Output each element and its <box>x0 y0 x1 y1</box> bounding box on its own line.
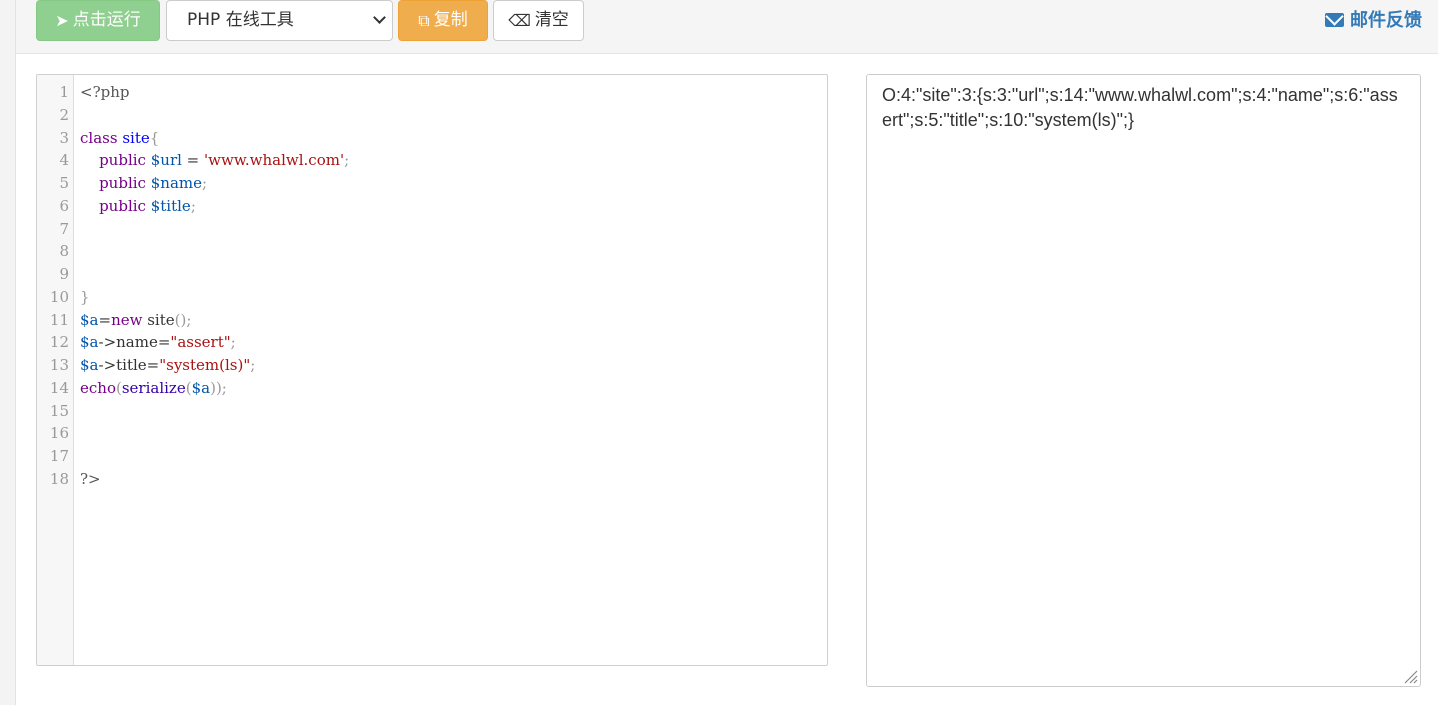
line-number: 13 <box>49 356 69 374</box>
line-number: 1 <box>59 83 69 101</box>
code-line: ​ <box>80 263 349 286</box>
code-line: echo(serialize($a)); <box>80 378 227 397</box>
language-select-value: PHP 在线工具 <box>187 10 294 30</box>
resize-handle-icon[interactable] <box>1402 668 1418 684</box>
clear-button[interactable]: ⌫ 清空 <box>493 0 584 41</box>
line-number: 17 <box>49 447 69 465</box>
code-line: class site{ <box>80 128 160 147</box>
code-line: ?> <box>80 469 101 488</box>
line-number: 7 <box>59 219 69 238</box>
eraser-icon: ⌫ <box>508 11 531 30</box>
line-number: 15 <box>49 401 69 420</box>
copy-icon: ⧉ <box>418 11 430 30</box>
line-number: 8 <box>59 242 69 261</box>
code-line: ​ <box>80 218 349 241</box>
line-number: 11 <box>49 310 69 329</box>
chevron-down-icon <box>373 11 386 24</box>
code-line: ​ <box>80 104 349 127</box>
code-line: ​ <box>80 400 349 423</box>
clear-button-label: 清空 <box>534 10 569 30</box>
email-feedback-link[interactable]: 邮件反馈 <box>1325 6 1422 32</box>
line-number: 12 <box>49 333 69 352</box>
language-select[interactable]: PHP 在线工具 <box>166 0 393 41</box>
line-number: 2 <box>59 105 69 124</box>
code-line: } <box>80 287 90 306</box>
code-line: ​ <box>80 240 349 263</box>
line-number: 16 <box>49 424 69 443</box>
line-number: 4 <box>59 151 69 170</box>
envelope-icon <box>1325 13 1344 27</box>
output-textarea[interactable]: O:4:"site":3:{s:3:"url";s:14:"www.whalwl… <box>866 74 1421 687</box>
email-feedback-label: 邮件反馈 <box>1350 10 1422 31</box>
code-line: $a->title="system(ls)"; <box>80 356 256 374</box>
line-number: 5 <box>59 174 69 192</box>
code-line: ​ <box>80 445 349 468</box>
run-button[interactable]: ➤ 点击运行 <box>36 0 160 41</box>
line-number: 10 <box>49 287 69 306</box>
run-button-label: 点击运行 <box>72 10 141 30</box>
code-line: $a=new site(); <box>80 310 192 329</box>
code-line: $a->name="assert"; <box>80 333 236 352</box>
toolbar: ➤ 点击运行 PHP 在线工具 ⧉ 复制 ⌫ 清空 邮件反馈 <box>16 0 1438 54</box>
code-area[interactable]: <?php​class site{ public $url = 'www.wha… <box>80 81 349 491</box>
line-number: 9 <box>59 265 69 283</box>
left-strip <box>0 0 16 705</box>
code-line: public $title; <box>99 196 196 215</box>
code-editor[interactable]: 123456789101112131415161718 <?php​class … <box>36 74 828 666</box>
code-line: <?php <box>80 83 130 101</box>
send-icon: ➤ <box>55 11 69 30</box>
line-number: 18 <box>49 469 69 488</box>
line-number-gutter: 1 2 3 4 5 6 7 8 9 10 11 12 13 14 15 16 17 18 <box>37 75 74 665</box>
copy-button-label: 复制 <box>433 10 468 30</box>
line-number: 3 <box>59 128 69 147</box>
line-number: 6 <box>59 196 69 215</box>
line-number: 14 <box>49 378 69 397</box>
code-line: ​ <box>80 422 349 445</box>
code-line: public $url = 'www.whalwl.com'; <box>99 151 350 170</box>
output-text: O:4:"site":3:{s:3:"url";s:14:"www.whalwl… <box>882 85 1398 130</box>
code-line: public $name; <box>99 174 208 192</box>
copy-button[interactable]: ⧉ 复制 <box>398 0 488 41</box>
